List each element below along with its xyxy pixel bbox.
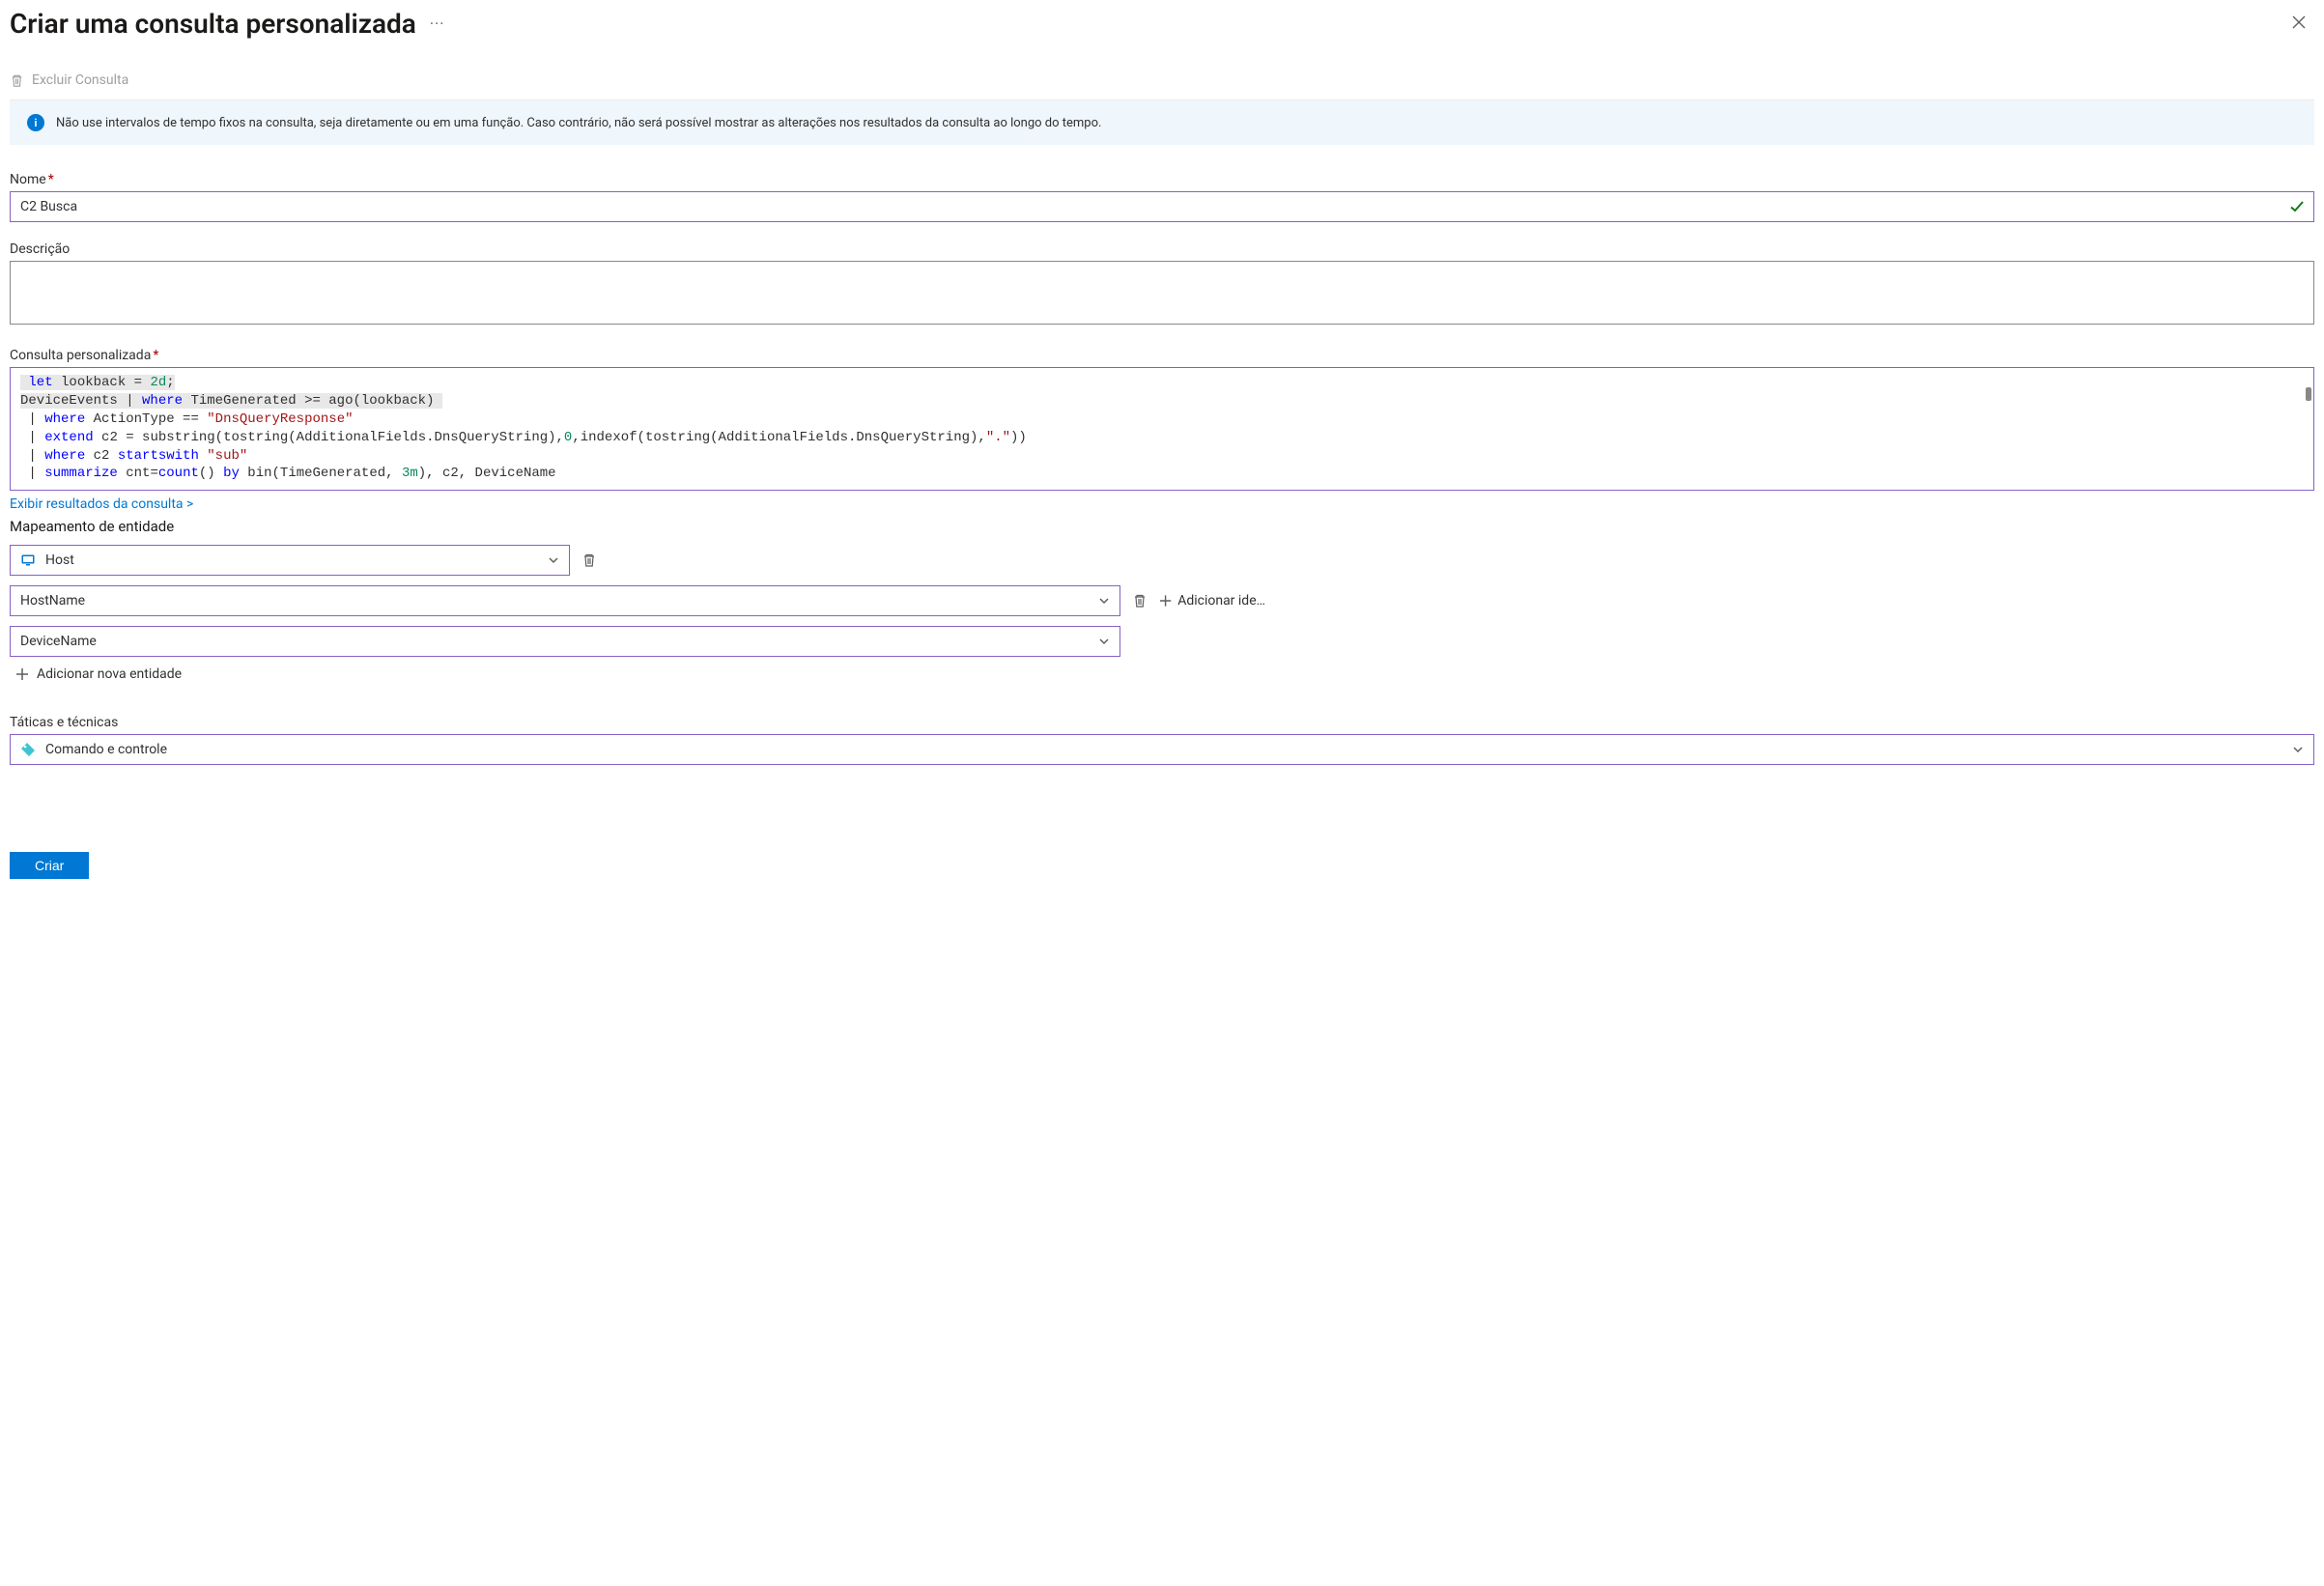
entity-identifier-select[interactable]: HostName <box>10 585 1120 616</box>
chevron-down-icon <box>1098 595 1110 607</box>
tactics-value: Comando e controle <box>45 742 167 757</box>
plus-icon <box>15 667 29 681</box>
add-identifier-button[interactable]: Adicionar ide… <box>1159 593 1265 609</box>
description-input[interactable] <box>10 261 2314 325</box>
info-banner-text: Não use intervalos de tempo fixos na con… <box>56 116 1101 130</box>
host-icon <box>20 552 36 568</box>
close-icon <box>2291 14 2307 30</box>
chevron-down-icon <box>1098 636 1110 647</box>
toolbar: Excluir Consulta <box>10 65 2314 100</box>
entity-identifier-row: HostName Adicionar ide… <box>10 585 2314 616</box>
chevron-down-icon <box>2292 744 2304 755</box>
field-name: Nome* <box>10 172 2314 222</box>
entity-type-row: Host <box>10 545 2314 576</box>
description-label: Descrição <box>10 241 2314 257</box>
tag-icon <box>20 742 36 757</box>
plus-icon <box>1159 594 1172 608</box>
name-label: Nome* <box>10 172 2314 187</box>
entity-type-value: Host <box>45 552 74 568</box>
page-title: Criar uma consulta personalizada <box>10 8 416 40</box>
add-entity-button[interactable]: Adicionar nova entidade <box>10 666 2314 682</box>
entity-type-select[interactable]: Host <box>10 545 570 576</box>
scrollbar-thumb[interactable] <box>2306 387 2311 401</box>
more-menu-button[interactable]: ··· <box>430 14 445 33</box>
chevron-down-icon <box>548 554 559 566</box>
entity-identifier-value: HostName <box>20 593 85 609</box>
delete-entity-button[interactable] <box>581 552 597 568</box>
view-query-results-link[interactable]: Exibir resultados da consulta > <box>10 496 193 512</box>
info-icon: i <box>27 114 44 131</box>
footer: Criar <box>10 852 2314 879</box>
tactics-select[interactable]: Comando e controle <box>10 734 2314 765</box>
tactics-label: Táticas e técnicas <box>10 715 2314 730</box>
field-tactics: Táticas e técnicas Comando e controle <box>10 715 2314 765</box>
entity-mapping-label: Mapeamento de entidade <box>10 518 2314 535</box>
name-input[interactable] <box>10 191 2314 222</box>
check-icon <box>2289 199 2305 214</box>
trash-icon <box>10 73 24 88</box>
field-query: Consulta personalizada* let lookback = 2… <box>10 348 2314 512</box>
delete-identifier-button[interactable] <box>1132 593 1148 609</box>
delete-query-button[interactable]: Excluir Consulta <box>32 72 128 88</box>
entity-column-select[interactable]: DeviceName <box>10 626 1120 657</box>
entity-column-row: DeviceName <box>10 626 2314 657</box>
create-button[interactable]: Criar <box>10 852 89 879</box>
entity-column-value: DeviceName <box>20 634 97 649</box>
query-editor[interactable]: let lookback = 2d; DeviceEvents | where … <box>10 367 2314 491</box>
field-description: Descrição <box>10 241 2314 328</box>
panel-header: Criar uma consulta personalizada ··· <box>10 8 2314 40</box>
query-label: Consulta personalizada* <box>10 348 2314 363</box>
close-button[interactable] <box>2283 11 2314 38</box>
info-banner: i Não use intervalos de tempo fixos na c… <box>10 100 2314 145</box>
